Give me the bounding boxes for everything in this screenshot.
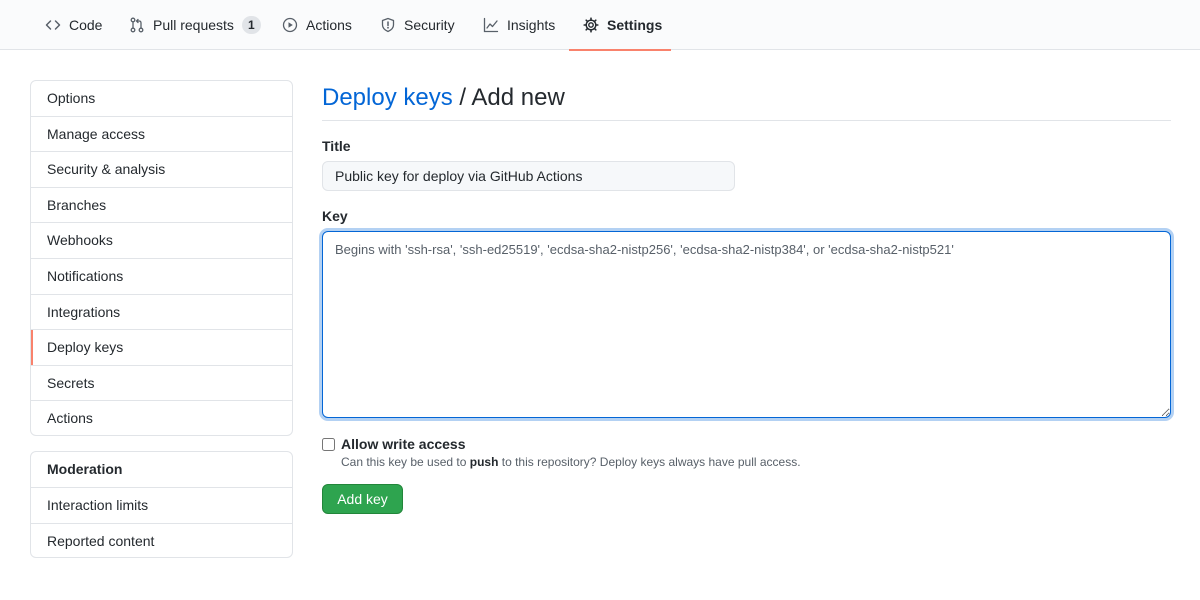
breadcrumb-deploy-keys-link[interactable]: Deploy keys [322, 84, 453, 111]
sidebar-item-actions[interactable]: Actions [31, 401, 292, 435]
key-textarea[interactable] [322, 231, 1171, 418]
gear-icon [583, 17, 599, 33]
tab-insights[interactable]: Insights [483, 0, 555, 50]
note-text-pre: Can this key be used to [341, 455, 470, 469]
tab-security[interactable]: Security [380, 0, 455, 50]
tab-insights-label: Insights [507, 17, 556, 33]
allow-write-access-note: Can this key be used to push to this rep… [341, 455, 801, 469]
pull-requests-count-badge: 1 [241, 16, 261, 34]
sidebar-item-webhooks[interactable]: Webhooks [31, 223, 292, 259]
sidebar-item-secrets[interactable]: Secrets [31, 366, 292, 402]
tab-pull-requests[interactable]: Pull requests 1 [129, 0, 261, 50]
sidebar-item-branches[interactable]: Branches [31, 188, 292, 224]
title-field-label: Title [322, 138, 351, 154]
repo-tab-nav: Code Pull requests 1 Actions Security In… [0, 0, 1200, 51]
shield-icon [380, 17, 396, 33]
moderation-sidebar-menu: Moderation Interaction limits Reported c… [30, 451, 293, 558]
allow-write-access-label: Allow write access [341, 436, 466, 452]
tab-pull-requests-label: Pull requests [153, 17, 234, 33]
sidebar-item-interaction-limits[interactable]: Interaction limits [31, 488, 292, 524]
code-icon [45, 17, 61, 33]
sidebar-item-manage-access[interactable]: Manage access [31, 117, 292, 153]
moderation-heading: Moderation [31, 452, 292, 488]
note-text-post: to this repository? Deploy keys always h… [498, 455, 801, 469]
add-key-button[interactable]: Add key [322, 484, 403, 514]
sidebar-item-notifications[interactable]: Notifications [31, 259, 292, 295]
tab-code[interactable]: Code [45, 0, 102, 50]
sidebar-item-integrations[interactable]: Integrations [31, 295, 292, 331]
page-title: Deploy keys / Add new [322, 80, 1171, 121]
allow-write-access-checkbox[interactable] [322, 438, 335, 451]
key-field-label: Key [322, 208, 348, 224]
title-field[interactable] [322, 161, 735, 191]
play-icon [282, 17, 298, 33]
graph-icon [483, 17, 499, 33]
sidebar-item-security-analysis[interactable]: Security & analysis [31, 152, 292, 188]
tab-actions[interactable]: Actions [282, 0, 352, 50]
settings-sidebar-menu: Options Manage access Security & analysi… [30, 80, 293, 436]
sidebar-item-deploy-keys[interactable]: Deploy keys [31, 330, 292, 366]
tab-settings-label: Settings [607, 17, 663, 33]
deploy-key-form: Deploy keys / Add new Title Key Allow wr… [322, 80, 1171, 514]
note-text-bold: push [469, 455, 499, 469]
git-pull-request-icon [129, 17, 145, 33]
breadcrumb-current: / Add new [452, 84, 565, 111]
tab-settings[interactable]: Settings [569, 0, 671, 51]
tab-code-label: Code [69, 17, 103, 33]
sidebar-item-options[interactable]: Options [31, 81, 292, 117]
allow-write-access-option: Allow write access Can this key be used … [322, 436, 1171, 469]
tab-actions-label: Actions [306, 17, 352, 33]
tab-security-label: Security [404, 17, 455, 33]
sidebar-item-reported-content[interactable]: Reported content [31, 524, 292, 557]
